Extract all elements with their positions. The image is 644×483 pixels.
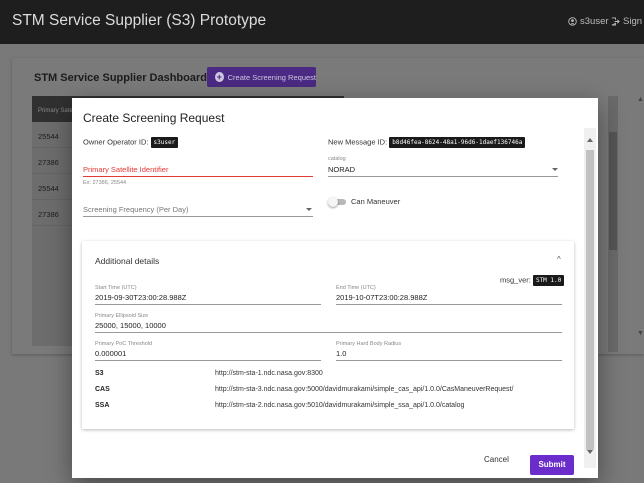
endpoint-name: CAS	[95, 386, 110, 393]
ellipsoid-underline	[95, 332, 562, 333]
additional-details-panel: Additional details ^ msg_ver: STM 1.0 St…	[82, 241, 574, 429]
sign-out-label: Sign O	[623, 16, 644, 27]
msg-ver-chip: STM 1.0	[532, 275, 565, 286]
primary-satellite-underline	[83, 176, 313, 177]
hard-body-radius-underline	[336, 360, 562, 361]
endpoint-name: S3	[95, 370, 104, 377]
ellipsoid-label: Primary Ellipsoid Size	[95, 313, 149, 319]
can-maneuver-label: Can Maneuver	[351, 197, 401, 206]
background-scrollbar[interactable]	[608, 96, 618, 352]
screening-frequency-underline	[83, 216, 313, 217]
poc-threshold-input[interactable]: 0.000001	[95, 349, 126, 358]
start-time-underline	[95, 304, 321, 305]
msg-ver-field: msg_ver: STM 1.0	[500, 275, 565, 286]
endpoint-url: http://stm-sta-2.ndc.nasa.gov:5010/david…	[215, 402, 465, 409]
can-maneuver-toggle[interactable]	[328, 196, 348, 208]
new-message-label: New Message ID:	[328, 137, 388, 147]
sign-out-icon	[611, 17, 620, 26]
start-time-input[interactable]: 2019-09-30T23:00:28.988Z	[95, 293, 186, 302]
dialog-title: Create Screening Request	[83, 111, 225, 125]
add-icon: +	[215, 72, 224, 82]
dialog-scrollbar[interactable]	[584, 128, 596, 468]
end-time-underline	[336, 304, 562, 305]
new-message-field: New Message ID: b8d46fea-8624-48a1-96d6-…	[328, 137, 526, 148]
account-icon	[568, 17, 577, 26]
ellipsoid-input[interactable]: 25000, 15000, 10000	[95, 321, 166, 330]
scroll-down-icon[interactable]: ▼	[637, 330, 644, 337]
scroll-up-icon[interactable]: ▲	[637, 96, 644, 103]
owner-operator-label: Owner Operator ID:	[83, 137, 149, 147]
owner-operator-chip: s3user	[150, 137, 179, 148]
catalog-underline	[328, 176, 558, 177]
catalog-label: catalog	[328, 156, 346, 162]
hard-body-radius-input[interactable]: 1.0	[336, 349, 346, 358]
username: s3user	[580, 16, 609, 27]
additional-details-title: Additional details	[95, 256, 160, 266]
create-button-label: Create Screening Request	[227, 72, 316, 82]
dashboard-title: STM Service Supplier Dashboard	[34, 72, 207, 84]
app-bar: STM Service Supplier (S3) Prototype s3us…	[0, 0, 644, 44]
create-screening-request-button[interactable]: + Create Screening Request	[207, 67, 316, 87]
endpoint-url: http://stm-sta-3.ndc.nasa.gov:5000/david…	[215, 386, 514, 393]
screening-frequency-dropdown-icon[interactable]	[306, 208, 312, 211]
start-time-label: Start Time (UTC)	[95, 285, 137, 291]
background-scrollbar-thumb[interactable]	[609, 132, 617, 250]
owner-operator-field: Owner Operator ID: s3user	[83, 137, 179, 148]
submit-button[interactable]: Submit	[530, 455, 574, 475]
toggle-knob	[328, 197, 338, 207]
dialog-scrollbar-thumb[interactable]	[586, 150, 594, 450]
msg-ver-label: msg_ver:	[500, 275, 531, 285]
end-time-label: End Time (UTC)	[336, 285, 376, 291]
primary-satellite-input[interactable]: Primary Satellite Identifier	[83, 165, 168, 174]
endpoint-url: http://stm-sta-1.ndc.nasa.gov:8300	[215, 370, 323, 377]
screening-frequency-select[interactable]: Screening Frequency (Per Day)	[83, 205, 188, 214]
cancel-button[interactable]: Cancel	[484, 455, 509, 464]
sign-out-button[interactable]: Sign O	[611, 16, 644, 27]
poc-threshold-label: Primary PoC Threshold	[95, 341, 153, 347]
new-message-chip: b8d46fea-8624-48a1-96d6-1daef136746a	[389, 137, 526, 148]
endpoint-name: SSA	[95, 402, 110, 409]
primary-satellite-helper: Ex: 27386, 25544	[83, 180, 127, 186]
hard-body-radius-label: Primary Hard Body Radius	[336, 341, 402, 347]
scroll-down-icon[interactable]	[587, 450, 593, 454]
create-screening-request-dialog: Create Screening Request Owner Operator …	[72, 98, 598, 478]
app-title: STM Service Supplier (S3) Prototype	[12, 12, 267, 29]
poc-threshold-underline	[95, 360, 321, 361]
catalog-dropdown-icon[interactable]	[552, 168, 558, 171]
scroll-up-icon[interactable]	[587, 138, 593, 142]
user-menu[interactable]: s3user	[568, 16, 609, 27]
catalog-select[interactable]: NORAD	[328, 165, 355, 174]
end-time-input[interactable]: 2019-10-07T23:00:28.988Z	[336, 293, 427, 302]
collapse-chevron-icon[interactable]: ^	[557, 255, 561, 264]
